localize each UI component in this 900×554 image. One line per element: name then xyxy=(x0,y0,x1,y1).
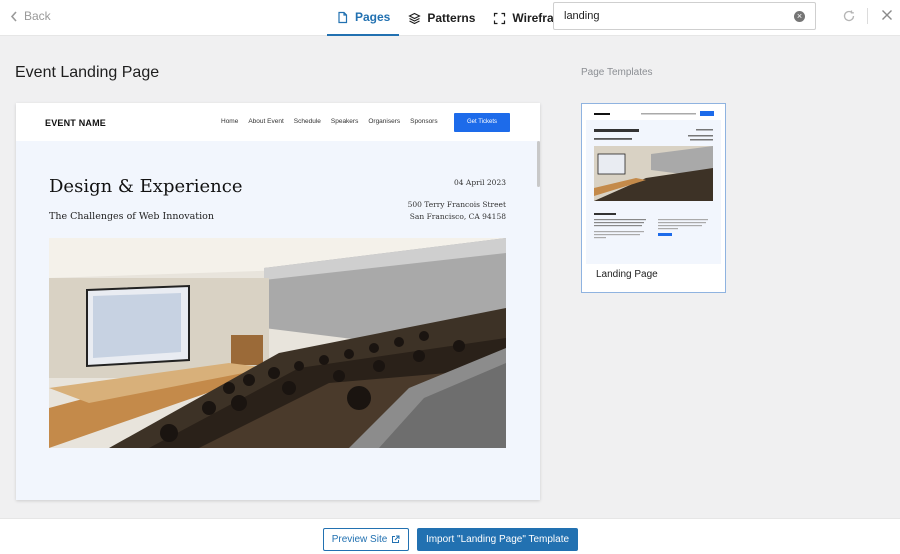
preview-address: 500 Terry Francois Street San Francisco,… xyxy=(408,199,506,223)
external-link-icon xyxy=(392,535,400,543)
tab-pages-label: Pages xyxy=(355,10,391,24)
template-card-label: Landing Page xyxy=(596,269,658,280)
preview-cta-button: Get Tickets xyxy=(454,113,510,132)
refresh-icon[interactable] xyxy=(842,9,856,23)
preview-site-label: Preview Site xyxy=(331,534,388,545)
preview-nav-schedule: Schedule xyxy=(293,118,321,125)
preview-date: 04 April 2023 xyxy=(454,178,506,187)
page-title: Event Landing Page xyxy=(15,64,160,81)
preview-address-line2: San Francisco, CA 94158 xyxy=(409,212,506,221)
toolbar-divider xyxy=(867,8,868,24)
search-input[interactable] xyxy=(564,10,794,22)
preview-subheading: The Challenges of Web Innovation xyxy=(49,211,214,222)
preview-nav-about: About Event xyxy=(248,118,284,125)
preview-address-line1: 500 Terry Francois Street xyxy=(407,200,506,209)
preview-logo: EVENT NAME xyxy=(45,118,107,128)
preview-scrollbar[interactable] xyxy=(537,141,540,187)
preview-nav-speakers: Speakers xyxy=(330,118,359,125)
template-card-thumbnail xyxy=(586,108,721,264)
import-template-button[interactable]: Import "Landing Page" Template xyxy=(417,528,578,551)
preview-heading: Design & Experience xyxy=(49,176,243,197)
back-label: Back xyxy=(24,9,51,23)
preview-nav-sponsors: Sponsors xyxy=(410,118,438,125)
preview-navbar: EVENT NAME Home About Event Schedule Spe… xyxy=(16,103,540,141)
preview-nav-home: Home xyxy=(221,118,239,125)
search-box: × xyxy=(553,2,816,30)
preview-nav-organisers: Organisers xyxy=(368,118,401,125)
template-preview[interactable]: EVENT NAME Home About Event Schedule Spe… xyxy=(16,103,540,500)
preview-nav-links: Home About Event Schedule Speakers Organ… xyxy=(221,118,438,125)
clear-search-icon[interactable]: × xyxy=(794,10,805,22)
tab-bar: Pages Patterns Wireframes xyxy=(327,0,587,36)
close-icon[interactable] xyxy=(880,8,894,22)
page-icon xyxy=(338,11,348,23)
template-card-landing-page[interactable]: Landing Page xyxy=(581,103,726,293)
chevron-left-icon xyxy=(10,10,17,22)
tab-patterns[interactable]: Patterns xyxy=(399,0,484,36)
preview-site-button[interactable]: Preview Site xyxy=(323,528,409,551)
back-button[interactable]: Back xyxy=(10,9,51,23)
layers-icon xyxy=(408,12,422,24)
bottom-bar: Preview Site Import "Landing Page" Templ… xyxy=(0,518,900,554)
preview-hero-image xyxy=(49,238,506,448)
templates-heading: Page Templates xyxy=(581,67,653,78)
top-bar: Back Pages Patterns Wireframes × xyxy=(0,0,900,36)
tab-pages[interactable]: Pages xyxy=(327,0,400,36)
frame-icon xyxy=(494,12,506,24)
tab-patterns-label: Patterns xyxy=(427,11,476,25)
